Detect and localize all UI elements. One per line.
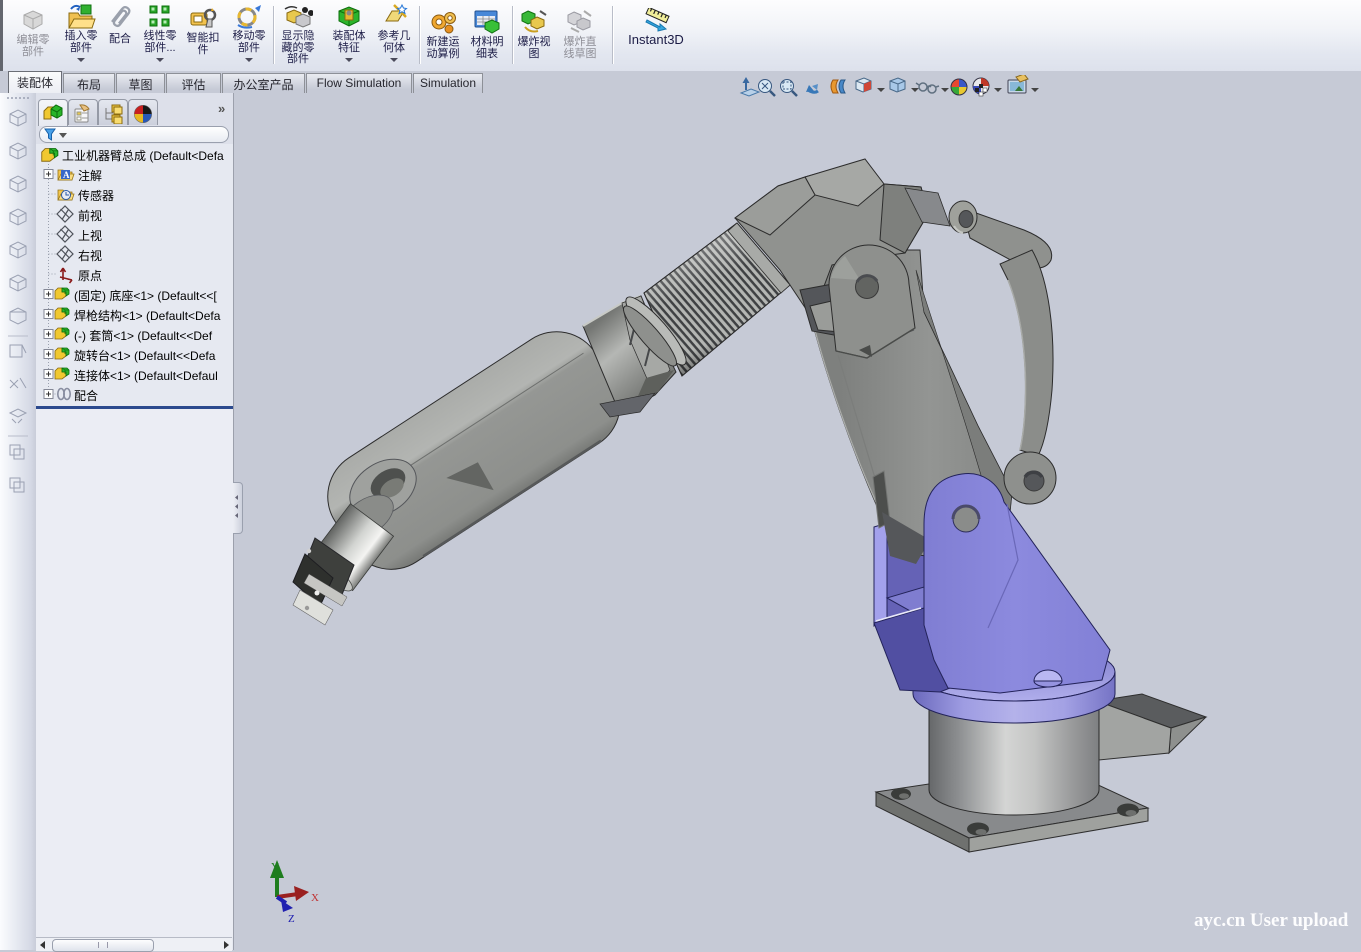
svg-text:Z: Z: [288, 913, 295, 925]
svg-text:X: X: [311, 892, 319, 904]
svg-text:Y: Y: [271, 861, 279, 873]
